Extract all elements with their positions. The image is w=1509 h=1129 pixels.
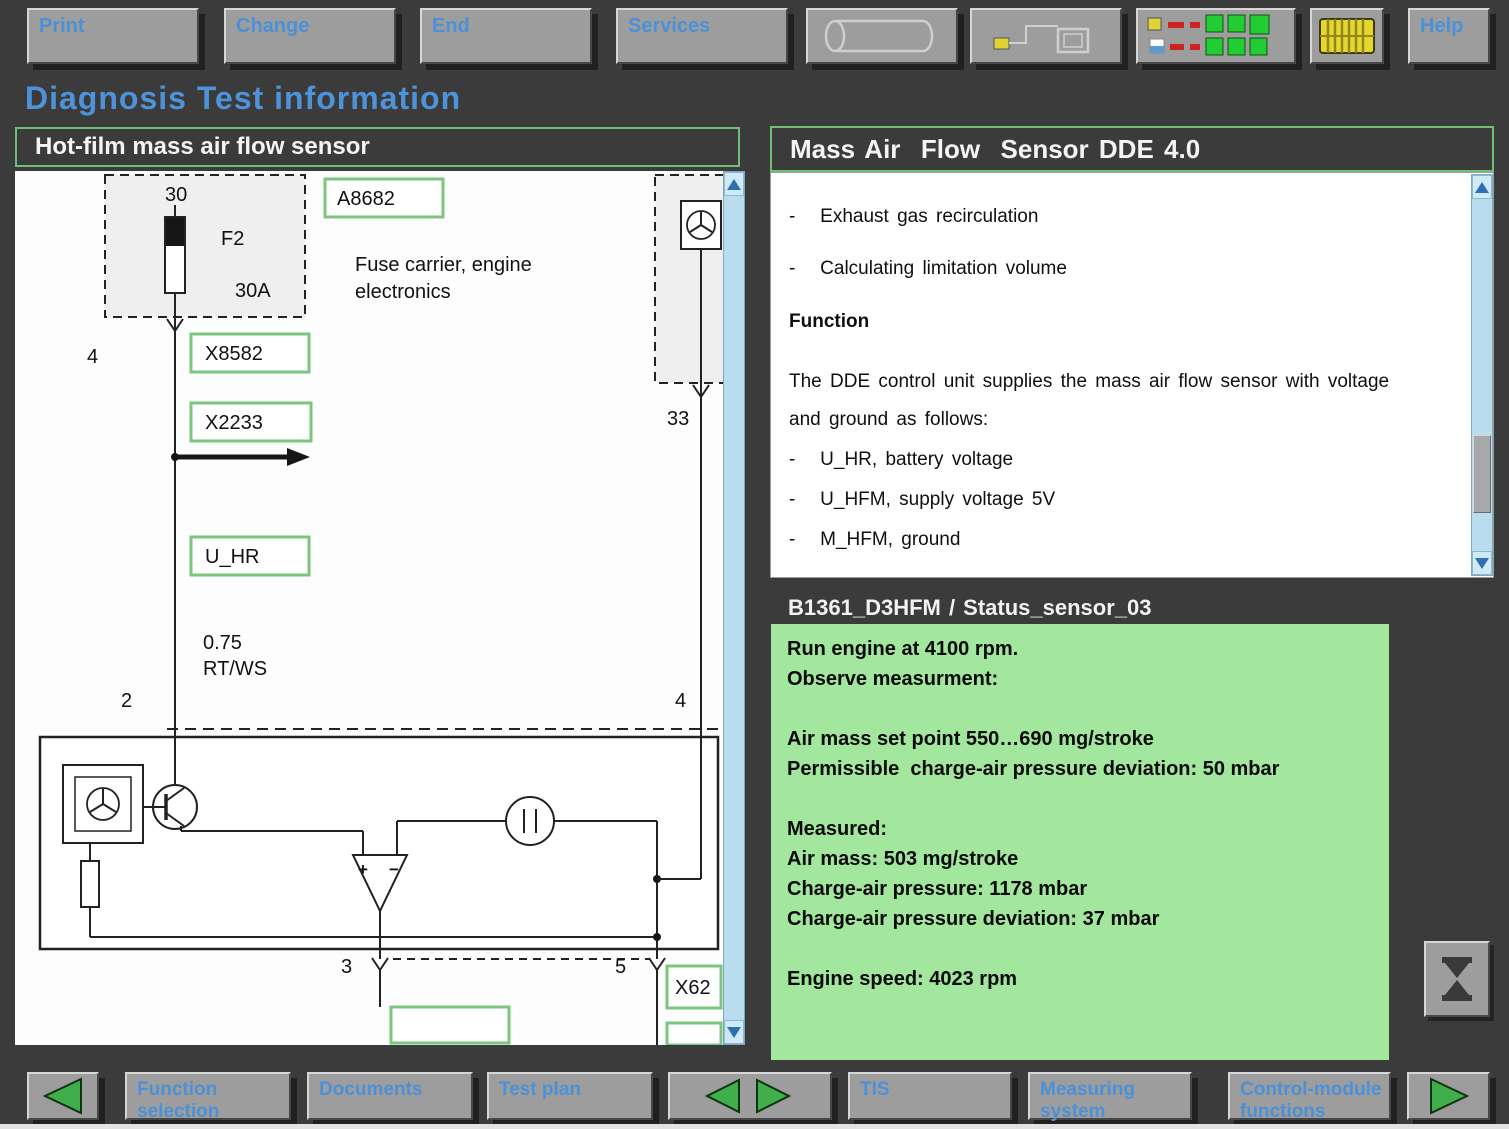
- info-bullet-3: - U_HR, battery voltage: [789, 448, 1465, 471]
- pin-5-label: 5: [615, 956, 626, 978]
- forward-button[interactable]: [1407, 1072, 1490, 1120]
- connector-box-bottom[interactable]: [391, 1007, 509, 1043]
- busy-indicator: [1424, 941, 1490, 1017]
- connector-box-x2233[interactable]: X2233: [191, 403, 311, 441]
- back-button[interactable]: [27, 1072, 99, 1120]
- status-line: [787, 784, 1349, 814]
- page-title: Diagnosis Test information: [25, 80, 461, 117]
- info-panel: - Exhaust gas recirculation - Calculatin…: [770, 172, 1494, 578]
- maf-sensor-box: [655, 175, 723, 383]
- status-line: Permissible charge-air pressure deviatio…: [787, 754, 1349, 784]
- control-unit-overview-button[interactable]: [1136, 8, 1296, 64]
- component-box-a8682[interactable]: A8682: [325, 179, 443, 217]
- fuse-rating-label: 30A: [235, 280, 271, 302]
- down-arrow-icon: [1475, 558, 1489, 569]
- svg-text:U_HR: U_HR: [205, 546, 259, 568]
- resistor-symbol: [81, 861, 99, 907]
- forward-arrow-icon: [1423, 1076, 1475, 1116]
- info-scroll-up-button[interactable]: [1472, 175, 1492, 199]
- fuse-carrier-label-2: electronics: [355, 281, 451, 303]
- status-line: Air mass: 503 mg/stroke: [787, 844, 1349, 874]
- info-scrollbar[interactable]: [1471, 174, 1493, 576]
- up-arrow-icon: [1475, 182, 1489, 193]
- down-arrow-icon: [727, 1027, 741, 1038]
- scroll-up-button[interactable]: [724, 172, 744, 196]
- info-scroll-thumb[interactable]: [1473, 435, 1491, 513]
- connector-pin-button[interactable]: [1310, 8, 1384, 64]
- info-bullet-4: - U_HFM, supply voltage 5V: [789, 488, 1465, 511]
- help-button[interactable]: Help: [1408, 8, 1490, 64]
- connector-box-partial[interactable]: [667, 1023, 721, 1045]
- status-line: Observe measurment:: [787, 664, 1349, 694]
- pin-3-label: 3: [341, 956, 352, 978]
- page-arrows-button[interactable]: [668, 1072, 832, 1120]
- hourglass-icon: [1437, 955, 1477, 1003]
- signal-box-u-hr[interactable]: U_HR: [191, 537, 309, 575]
- pin-4-right-label: 4: [675, 690, 686, 712]
- info-function-heading: Function: [789, 310, 1465, 333]
- end-button[interactable]: End: [420, 8, 592, 64]
- status-line: Engine speed: 4023 rpm: [787, 964, 1349, 994]
- status-result-box: Run engine at 4100 rpm. Observe measurme…: [770, 623, 1390, 1061]
- svg-text:A8682: A8682: [337, 188, 395, 210]
- page-arrows-icon: [695, 1077, 805, 1115]
- test-plan-button[interactable]: Test plan: [487, 1072, 653, 1120]
- pin-4-left-label: 4: [87, 346, 98, 368]
- status-line: Measured:: [787, 814, 1349, 844]
- pin-33-label: 33: [667, 408, 689, 430]
- tis-button[interactable]: TIS: [848, 1072, 1012, 1120]
- test-connection-icon: [986, 14, 1106, 58]
- svg-text:X2233: X2233: [205, 412, 263, 434]
- function-selection-button[interactable]: Function selection: [125, 1072, 291, 1120]
- services-button[interactable]: Services: [616, 8, 788, 64]
- info-bullet-1: - Exhaust gas recirculation: [789, 205, 1465, 228]
- taskbar-strip: [0, 1124, 1509, 1129]
- measurement-connection-button[interactable]: [970, 8, 1122, 64]
- info-bullet-2: - Calculating limitation volume: [789, 257, 1465, 280]
- status-panel-header: B1361_D3HFM / Status_sensor_03: [788, 595, 1152, 621]
- status-line: [787, 694, 1349, 724]
- status-line: Run engine at 4100 rpm.: [787, 634, 1349, 664]
- back-arrow-icon: [37, 1076, 89, 1116]
- component-test-button[interactable]: [806, 8, 958, 64]
- scroll-down-button[interactable]: [724, 1020, 744, 1044]
- connector-box-x62[interactable]: X62: [667, 966, 721, 1008]
- fuse-name-label: F2: [221, 228, 244, 250]
- module-grid-icon: [1146, 13, 1286, 59]
- status-line: Air mass set point 550…690 mg/stroke: [787, 724, 1349, 754]
- left-panel-header: Hot-film mass air flow sensor: [15, 127, 740, 167]
- diagram-scrollbar[interactable]: [723, 171, 745, 1045]
- info-body-line-1: The DDE control unit supplies the mass a…: [789, 370, 1465, 393]
- wire-gauge-label: 0.75: [203, 632, 242, 654]
- app-window: Print Change End Services: [0, 0, 1509, 1129]
- cylinder-icon: [819, 16, 945, 56]
- terminal-30-label: 30: [165, 184, 187, 206]
- info-body-line-2: and ground as follows:: [789, 408, 1465, 431]
- up-arrow-icon: [727, 179, 741, 190]
- opamp-minus-label: −: [389, 860, 399, 879]
- control-module-functions-button[interactable]: Control-module functions: [1228, 1072, 1391, 1120]
- wire-color-label: RT/WS: [203, 658, 267, 680]
- svg-text:X8582: X8582: [205, 343, 263, 365]
- svg-text:X62: X62: [675, 977, 711, 999]
- print-button[interactable]: Print: [27, 8, 199, 64]
- wiring-diagram: 30 F2 30A 4 A8682 Fuse carrier, engine e…: [15, 171, 723, 1045]
- documents-button[interactable]: Documents: [307, 1072, 473, 1120]
- wiring-diagram-panel: 30 F2 30A 4 A8682 Fuse carrier, engine e…: [15, 171, 745, 1045]
- yellow-connector-icon: [1318, 16, 1376, 56]
- status-line: [787, 934, 1349, 964]
- status-line: Charge-air pressure deviation: 37 mbar: [787, 904, 1349, 934]
- fuse-box: 30 F2 30A: [105, 175, 305, 317]
- pin-2-label: 2: [121, 690, 132, 712]
- status-line: Charge-air pressure: 1178 mbar: [787, 874, 1349, 904]
- info-bullet-5: - M_HFM, ground: [789, 528, 1465, 551]
- control-unit: + −: [40, 737, 718, 959]
- opamp-plus-label: +: [358, 860, 368, 879]
- info-panel-header: Mass Air Flow Sensor DDE 4.0: [770, 126, 1494, 172]
- change-button[interactable]: Change: [224, 8, 396, 64]
- connector-box-x8582[interactable]: X8582: [191, 334, 309, 372]
- info-scroll-down-button[interactable]: [1472, 551, 1492, 575]
- measuring-system-button[interactable]: Measuring system: [1028, 1072, 1192, 1120]
- fuse-carrier-label-1: Fuse carrier, engine: [355, 254, 532, 276]
